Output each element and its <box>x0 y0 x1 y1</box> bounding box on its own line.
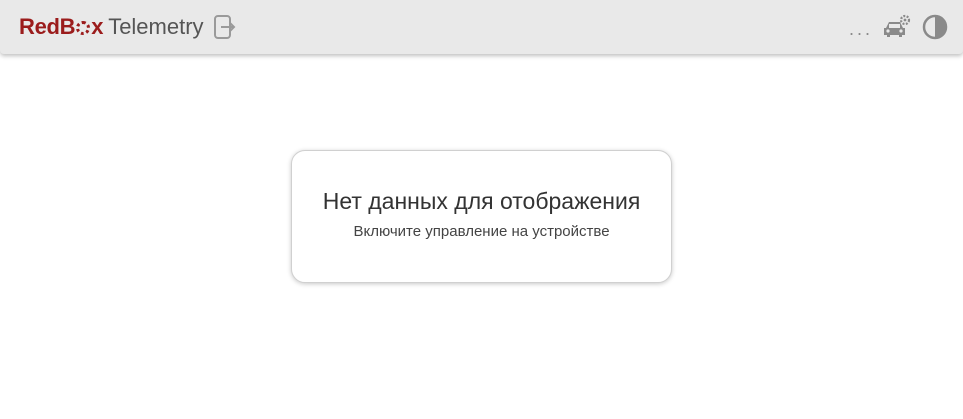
more-menu-button[interactable]: ... <box>849 15 873 40</box>
logout-icon[interactable] <box>213 14 237 40</box>
car-settings-icon[interactable] <box>883 13 911 41</box>
empty-state-subtitle: Включите управление на устройстве <box>353 223 610 240</box>
gear-letter-icon <box>76 21 91 35</box>
brand: RedB x Telemetry <box>19 12 237 42</box>
brand-logo: RedB x <box>19 14 104 39</box>
empty-state-title: Нет данных для отображения <box>322 188 641 214</box>
toolbar-right: ... <box>849 12 949 42</box>
app-title: Telemetry <box>108 14 204 39</box>
top-bar: RedB x Telemetry ... <box>0 0 963 54</box>
empty-state-card: Нет данных для отображения Включите упра… <box>291 150 672 283</box>
theme-toggle-icon[interactable] <box>921 13 949 41</box>
